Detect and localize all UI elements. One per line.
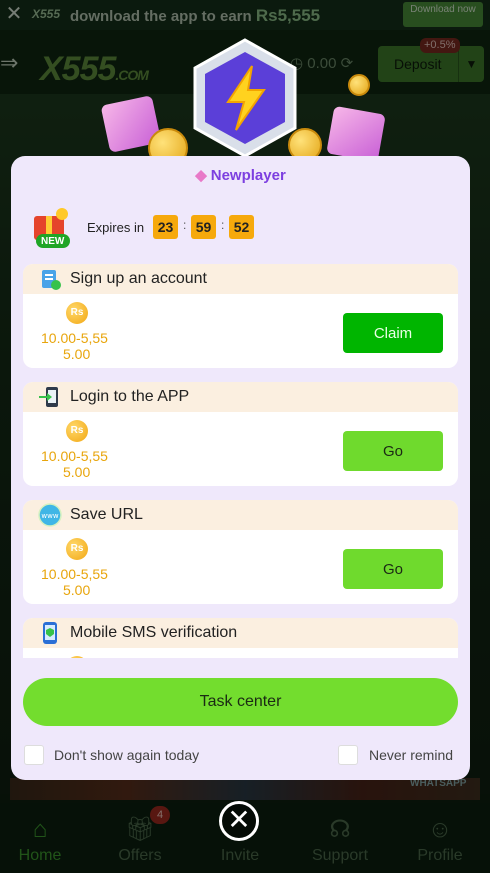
svg-text:www: www [41, 512, 58, 520]
task-title: Login to the APP [70, 388, 190, 405]
www-globe-icon: www [38, 503, 62, 527]
dont-show-today-checkbox[interactable] [24, 745, 44, 765]
task-card-signup: Sign up an account Rs 10.00-5,55 5.00 Cl… [23, 264, 458, 368]
go-button[interactable]: Go [343, 431, 443, 471]
new-tag: NEW [41, 236, 65, 247]
rupee-coin-icon: Rs [66, 420, 88, 442]
rupee-coin-icon: Rs [66, 302, 88, 324]
task-list[interactable]: Sign up an account Rs 10.00-5,55 5.00 Cl… [23, 264, 458, 658]
lightning-shield-illustration [100, 28, 386, 168]
clipboard-check-icon [42, 270, 61, 290]
claim-button[interactable]: Claim [343, 313, 443, 353]
newplayer-modal: ◆ Newplayer NEW Expires in 23 : 59 : 52 S… [11, 156, 470, 780]
reward-amount-range: 10.00-5,55 [41, 566, 108, 582]
reward-amount-range: 10.00-5,55 [41, 330, 108, 346]
timer-hours: 23 [153, 215, 178, 239]
close-modal-button[interactable]: ✕ [219, 801, 259, 841]
modal-title-text: Newplayer [210, 167, 286, 184]
gift-box-right-icon [326, 105, 386, 163]
timer-minutes: 59 [191, 215, 216, 239]
timer-separator: : [183, 218, 187, 232]
reward-amount-range-end: 5.00 [63, 464, 91, 480]
reward-amount: 10.00-5,55 5.00 [41, 330, 141, 362]
reward-amount: 10.00-5,55 5.00 [41, 566, 141, 598]
never-remind-label: Never remind [369, 747, 454, 763]
task-card-login-app: Login to the APP Rs 10.00-5,55 5.00 Go [23, 382, 458, 486]
rupee-coin-icon: Rs [66, 656, 88, 658]
task-center-button[interactable]: Task center [23, 678, 458, 726]
never-remind-checkbox[interactable] [338, 745, 358, 765]
expires-label: Expires in [87, 220, 145, 235]
lightning-bolt-icon [193, 38, 297, 158]
reward-amount-range-end: 5.00 [63, 346, 91, 362]
modal-title: ◆ Newplayer [11, 166, 470, 184]
mobile-shield-icon [43, 622, 57, 644]
reward-amount-range: 10.00-5,55 [41, 448, 108, 464]
gem-icon: ◆ [195, 167, 207, 184]
rupee-coin-icon: Rs [66, 538, 88, 560]
go-button[interactable]: Go [343, 549, 443, 589]
reward-amount-range-end: 5.00 [63, 582, 91, 598]
phone-login-icon [39, 387, 58, 407]
coin-icon [348, 74, 370, 96]
task-title: Mobile SMS verification [70, 624, 238, 641]
task-card-sms-verification: Mobile SMS verification Rs [23, 618, 458, 658]
reward-amount: 10.00-5,55 5.00 [41, 448, 141, 480]
task-title: Save URL [70, 506, 143, 523]
task-card-save-url: www Save URL Rs 10.00-5,55 5.00 Go [23, 500, 458, 604]
dont-show-today-label: Don't show again today [54, 747, 200, 763]
task-title: Sign up an account [70, 270, 207, 287]
timer-separator: : [221, 218, 225, 232]
timer-seconds: 52 [229, 215, 254, 239]
